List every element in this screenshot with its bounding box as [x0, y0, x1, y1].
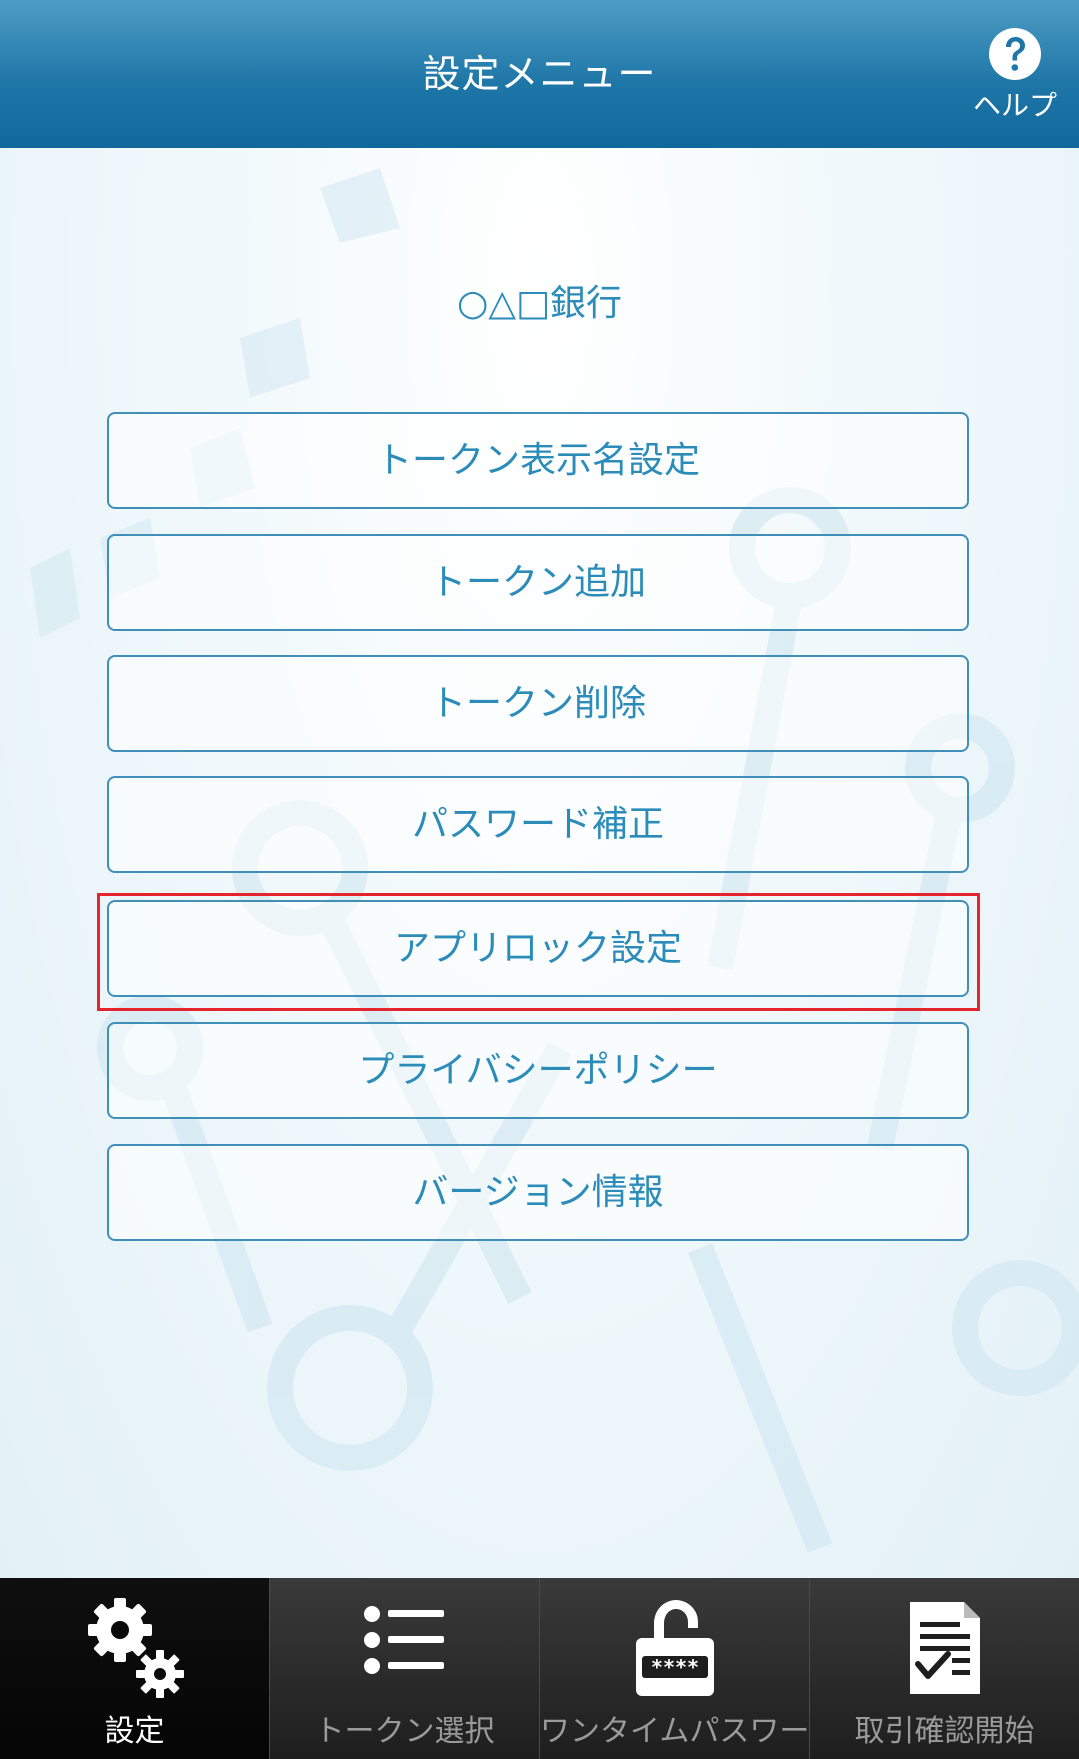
- padlock-icon: ****: [635, 1600, 714, 1696]
- help-button[interactable]: ヘルプ: [965, 26, 1065, 128]
- menu-delete-token-button[interactable]: トークン削除: [107, 655, 969, 752]
- menu-token-display-name-button[interactable]: トークン表示名設定: [107, 412, 969, 509]
- tab-one-time-password-label: ワンタイムパスワード: [540, 1714, 840, 1749]
- bank-name: ○△□銀行: [456, 283, 623, 324]
- app-header: 設定メニュー ヘルプ: [0, 0, 1079, 148]
- tab-settings[interactable]: 設定: [0, 1578, 269, 1759]
- tab-one-time-password[interactable]: **** ワンタイムパスワード: [539, 1578, 840, 1759]
- tab-transaction-confirmation[interactable]: 取引確認開始: [809, 1578, 1079, 1759]
- menu-privacy-policy-button[interactable]: プライバシーポリシー: [107, 1022, 969, 1119]
- menu-app-lock-button[interactable]: アプリロック設定: [107, 900, 969, 997]
- help-icon: [989, 28, 1041, 80]
- gears-icon: [87, 1598, 184, 1698]
- tab-token-select[interactable]: トークン選択: [269, 1578, 539, 1759]
- bottom-tab-bar: 設定 トークン選択 **** ワンタイムパスワード 取引確認開始: [0, 1578, 1079, 1759]
- checklist-icon: [909, 1602, 980, 1694]
- settings-content: ○△□銀行 トークン表示名設定 トークン追加 トークン削除 パスワード補正 アプ…: [0, 148, 1079, 1578]
- help-label: ヘルプ: [972, 89, 1057, 122]
- tab-token-select-label: トークン選択: [314, 1714, 495, 1749]
- menu-add-token-button[interactable]: トークン追加: [107, 534, 969, 631]
- menu-version-info-button[interactable]: バージョン情報: [107, 1144, 969, 1241]
- svg-text:****: ****: [650, 1655, 698, 1679]
- list-icon: [363, 1606, 444, 1674]
- page-title: 設定メニュー: [422, 52, 657, 96]
- tab-transaction-confirmation-label: 取引確認開始: [854, 1714, 1035, 1749]
- menu-password-correction-button[interactable]: パスワード補正: [107, 776, 969, 873]
- tab-settings-label: 設定: [104, 1714, 165, 1749]
